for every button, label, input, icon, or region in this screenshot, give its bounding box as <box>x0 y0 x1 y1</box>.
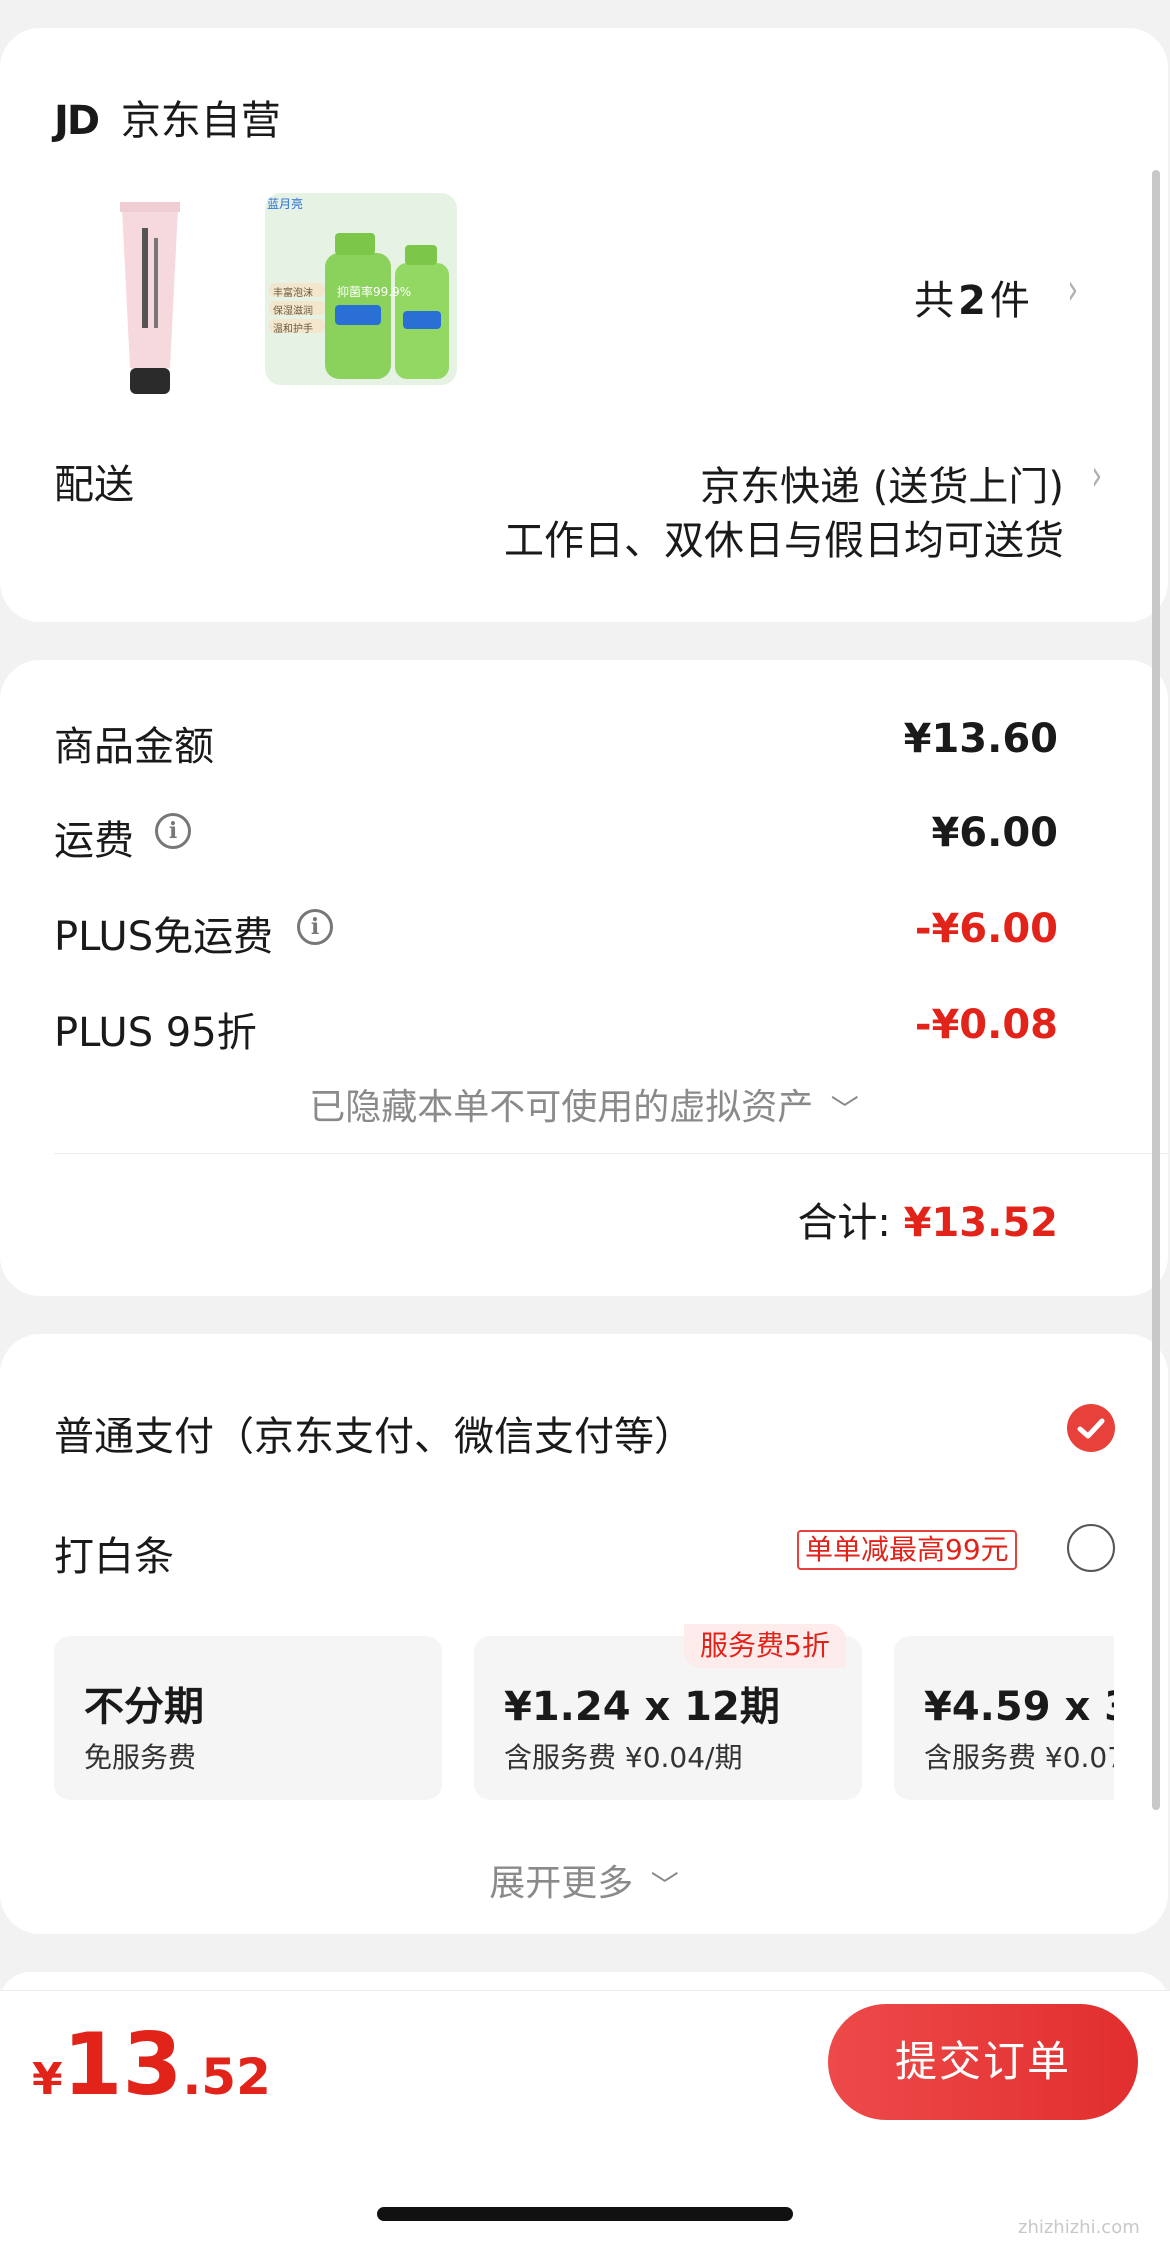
delivery-schedule: 工作日、双休日与假日均可送货 <box>504 518 1064 564</box>
bottom-bar: ¥13.52 提交订单 zhizhizhi.com <box>0 1990 1170 2245</box>
scrollbar[interactable] <box>1152 170 1160 1810</box>
footer-currency: ¥ <box>32 2054 63 2105</box>
checked-radio-icon[interactable] <box>1067 1404 1115 1452</box>
footer-price-int: 13 <box>62 2015 183 2115</box>
product-badge-label: 抑菌率99.9% <box>337 285 412 299</box>
store-card: JD 京东自营 蓝月亮 抑菌率99.9% 丰富泡沫 保湿滋润 温和护手 共 2 … <box>0 28 1168 622</box>
plus-discount-label: PLUS 95折 <box>54 1010 257 1056</box>
home-indicator <box>377 2207 793 2221</box>
delivery-method[interactable]: 京东快递 (送货上门) <box>700 454 1064 512</box>
hidden-assets-toggle[interactable]: 已隐藏本单不可使用的虚拟资产 ﹀ <box>0 1078 1168 1130</box>
plus-free-shipping-info-icon[interactable]: i <box>297 909 333 945</box>
unchecked-radio-icon[interactable] <box>1067 1524 1115 1572</box>
product-feature-1: 丰富泡沫 <box>273 288 313 299</box>
chevron-down-icon: ﹀ <box>650 1869 679 1902</box>
chevron-down-icon: ﹀ <box>830 1093 859 1126</box>
expand-more-toggle[interactable]: 展开更多 ﹀ <box>0 1854 1168 1906</box>
divider <box>54 1153 1168 1154</box>
installment-plan-3[interactable]: ¥4.59 x 3期 含服务费 ¥0.07/期 <box>894 1636 1114 1800</box>
delivery-chevron-icon[interactable]: › <box>1092 450 1103 501</box>
product-image-handcream[interactable] <box>100 188 200 408</box>
footer-price-dec: .52 <box>182 2048 271 2106</box>
payment-card: 普通支付（京东支付、微信支付等） 打白条 单单减最高99元 不分期 免服务费 ¥… <box>0 1334 1168 1934</box>
footer-price: ¥13.52 <box>32 2015 271 2115</box>
shipping-value: ¥6.00 <box>931 810 1058 856</box>
installment-plan-12[interactable]: ¥1.24 x 12期 含服务费 ¥0.04/期 服务费5折 <box>474 1624 862 1800</box>
plus-free-shipping-value: -¥6.00 <box>914 906 1058 952</box>
plus-discount-value: -¥0.08 <box>914 1002 1058 1048</box>
service-fee-discount-tag: 服务费5折 <box>684 1624 846 1668</box>
plus-free-shipping-label: PLUS免运费 <box>54 914 274 960</box>
product-image-handsoap[interactable]: 蓝月亮 抑菌率99.9% 丰富泡沫 保湿滋润 温和护手 <box>265 193 457 385</box>
store-header[interactable]: JD 京东自营 <box>54 88 281 146</box>
cost-card: 商品金额 ¥13.60 运费 i ¥6.00 PLUS免运费 i -¥6.00 … <box>0 660 1168 1296</box>
goods-amount-label: 商品金额 <box>54 724 214 770</box>
goods-amount-value: ¥13.60 <box>903 716 1058 762</box>
item-count[interactable]: 共2件 <box>914 268 1030 326</box>
store-name: 京东自营 <box>120 98 281 144</box>
payment-option-baitiao[interactable]: 打白条 <box>54 1524 174 1582</box>
installment-scroll[interactable]: ¥4.59 x 3期 含服务费 ¥0.07/期 <box>894 1636 1114 1800</box>
shipping-label: 运费 <box>54 818 134 864</box>
jd-logo: JD <box>54 98 100 144</box>
product-feature-3: 温和护手 <box>273 324 313 335</box>
submit-order-button[interactable]: 提交订单 <box>828 2004 1138 2120</box>
total-label: 合计: <box>797 1200 891 1246</box>
total-value: ¥13.52 <box>903 1200 1058 1246</box>
product-feature-2: 保湿滋润 <box>273 306 313 317</box>
watermark: zhizhizhi.com <box>1018 2217 1140 2238</box>
item-count-chevron-icon[interactable]: › <box>1068 264 1079 315</box>
total-row: 合计: ¥13.52 <box>797 1190 1058 1248</box>
shipping-info-icon[interactable]: i <box>155 813 191 849</box>
payment-option-normal[interactable]: 普通支付（京东支付、微信支付等） <box>54 1404 694 1462</box>
delivery-label: 配送 <box>54 462 134 508</box>
installment-plan-none[interactable]: 不分期 免服务费 <box>54 1636 442 1800</box>
baitiao-promo-badge: 单单减最高99元 <box>797 1530 1017 1570</box>
product-brand-label: 蓝月亮 <box>267 197 304 211</box>
